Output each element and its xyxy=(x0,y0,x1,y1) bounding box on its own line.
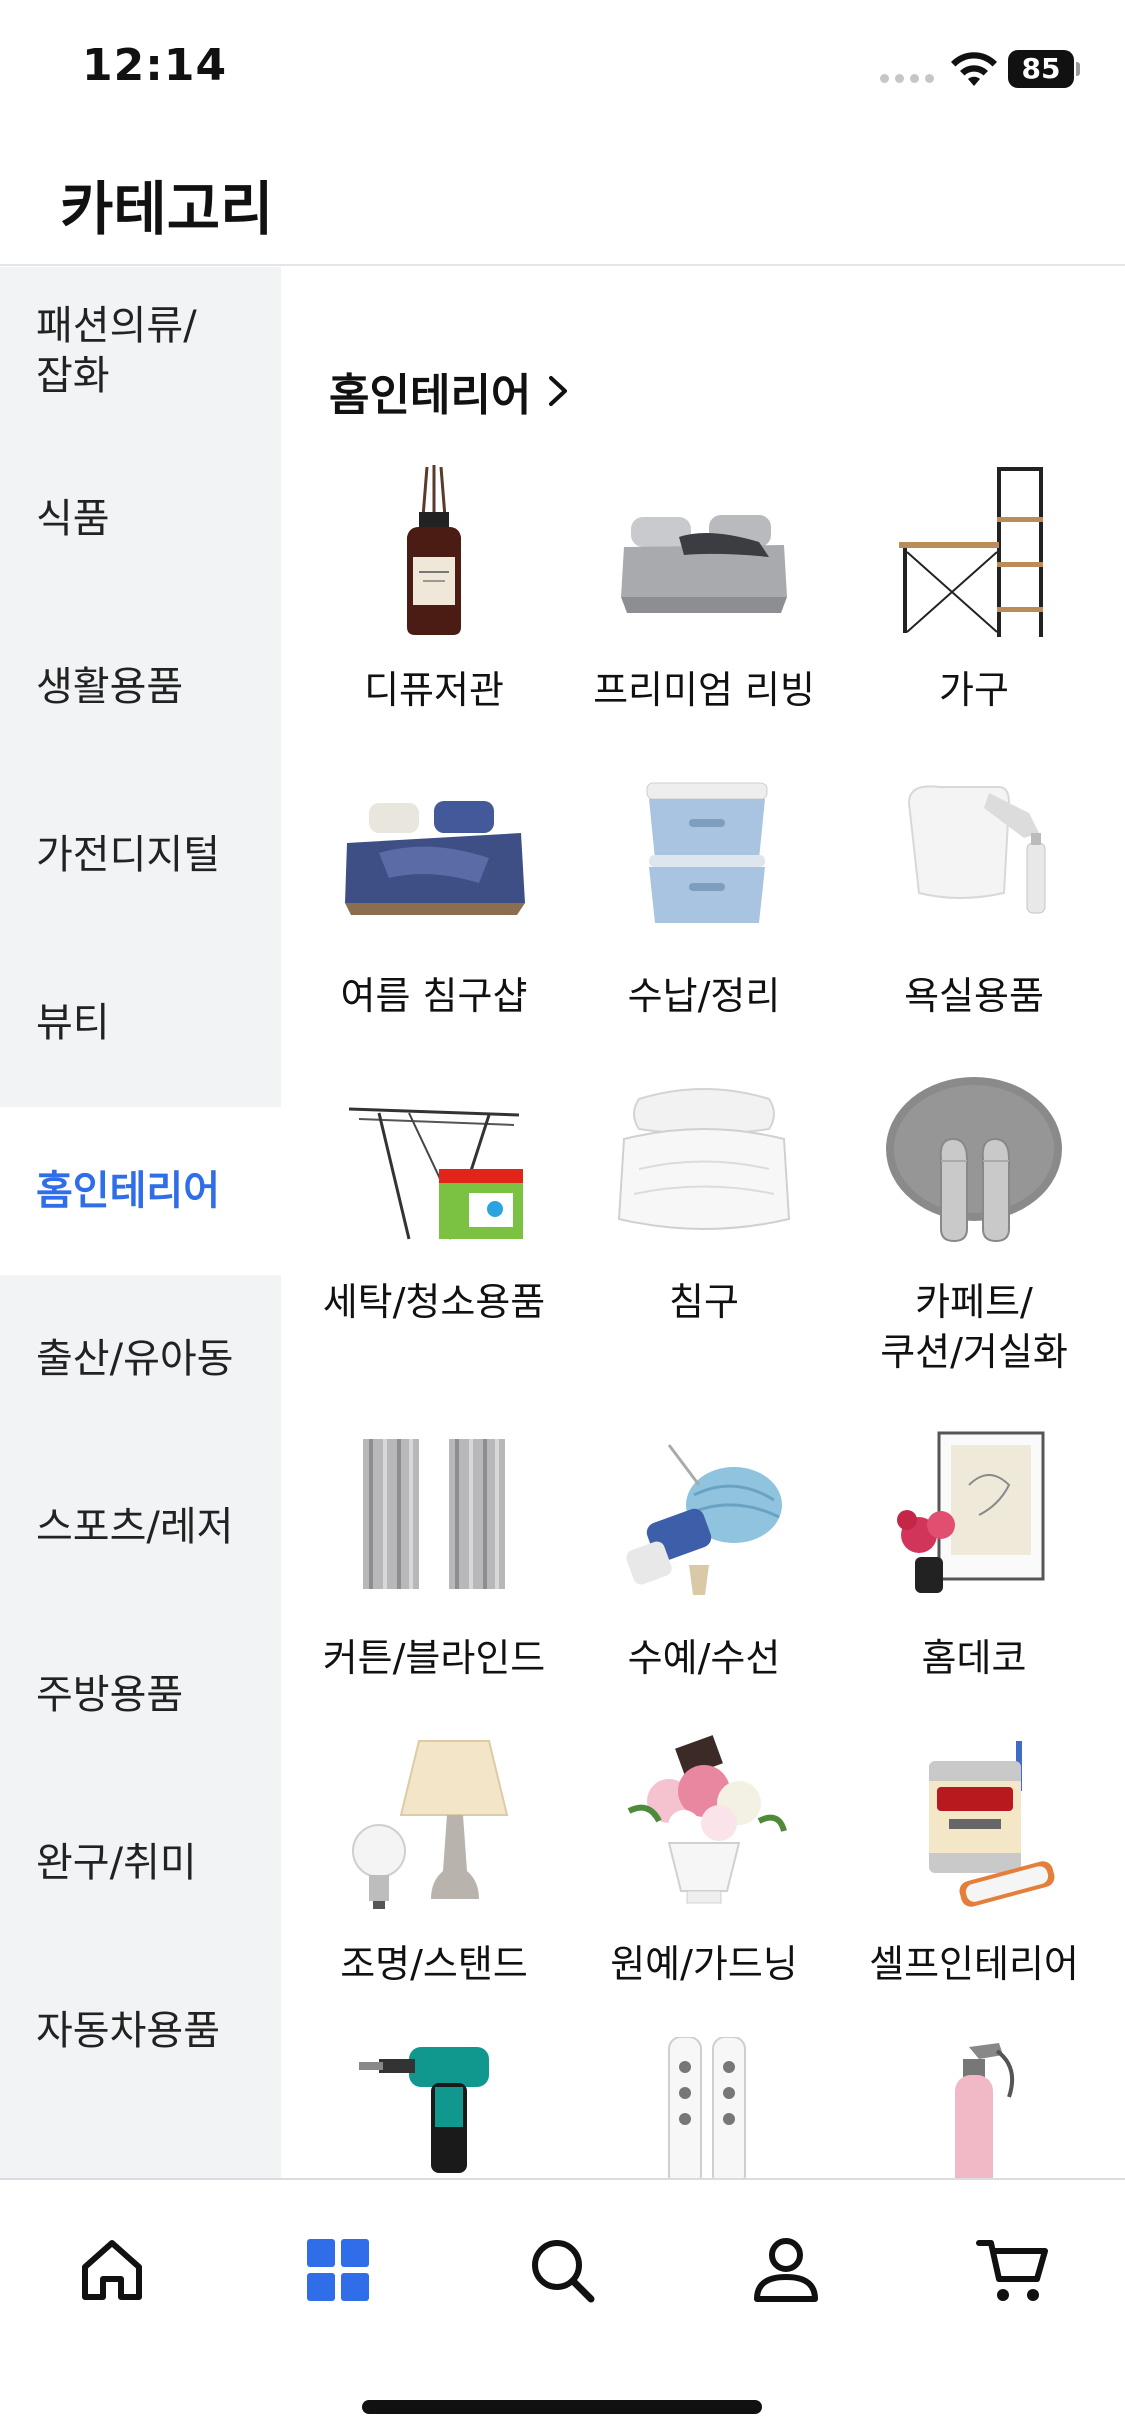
category-tile-diffuser[interactable]: 디퓨저관 xyxy=(299,457,569,715)
battery-icon: 85 xyxy=(1008,50,1080,88)
drying-rack-image xyxy=(339,1069,529,1259)
drill-image xyxy=(339,2037,529,2178)
battery-level: 85 xyxy=(1008,50,1074,88)
nav-home-button[interactable] xyxy=(64,2222,160,2318)
power-strip-image xyxy=(609,2036,799,2178)
home-indicator xyxy=(362,2400,762,2414)
grid-icon xyxy=(307,2239,369,2301)
category-tile-tools[interactable] xyxy=(299,2037,569,2178)
category-tile-power[interactable] xyxy=(569,2036,839,2178)
category-label: 침구 xyxy=(669,1280,739,1324)
bottom-nav xyxy=(0,2178,1125,2436)
rug-slippers-image xyxy=(879,1069,1069,1259)
signal-icon xyxy=(880,74,936,84)
nav-my-button[interactable] xyxy=(738,2222,834,2318)
category-label: 욕실용품 xyxy=(904,974,1044,1018)
nav-category-button[interactable] xyxy=(290,2222,386,2318)
category-tile-self-interior[interactable]: 셀프인테리어 xyxy=(839,1731,1109,1989)
section-title-link[interactable]: 홈인테리어 xyxy=(329,359,571,423)
bedding-image xyxy=(609,457,799,647)
sidebar-item-home-interior[interactable]: 홈인테리어 xyxy=(0,1107,281,1275)
sidebar-item-pet[interactable]: 반려동물용 xyxy=(0,2115,281,2178)
category-label: 수납/정리 xyxy=(627,974,781,1018)
category-tile-premium-living[interactable]: 프리미엄 리빙 xyxy=(569,457,839,715)
status-time: 12:14 xyxy=(82,40,228,91)
diffuser-image xyxy=(339,457,529,647)
wifi-icon xyxy=(951,52,997,86)
category-label: 디퓨저관 xyxy=(364,668,504,712)
category-tile-home-deco[interactable]: 홈데코 xyxy=(839,1425,1109,1683)
category-tile-safety[interactable] xyxy=(839,2037,1109,2178)
nav-search-button[interactable] xyxy=(514,2222,610,2318)
frame-flower-image xyxy=(879,1425,1069,1615)
category-tile-bath[interactable]: 욕실용품 xyxy=(839,763,1109,1021)
person-icon xyxy=(754,2238,818,2302)
extinguisher-image xyxy=(879,2037,1069,2178)
status-bar: 12:14 85 xyxy=(0,0,1125,130)
storage-box-image xyxy=(609,763,799,953)
category-label: 셀프인테리어 xyxy=(869,1942,1079,1986)
section-title: 홈인테리어 xyxy=(329,370,532,421)
search-icon xyxy=(532,2240,595,2303)
category-tile-carpet[interactable]: 카페트/ 쿠션/거실화 xyxy=(839,1069,1109,1377)
shelf-image xyxy=(879,457,1069,647)
cart-icon xyxy=(976,2240,1048,2301)
sidebar-item-sports[interactable]: 스포츠/레저 xyxy=(0,1443,281,1611)
category-label: 커튼/블라인드 xyxy=(322,1636,546,1680)
category-tile-curtain[interactable]: 커튼/블라인드 xyxy=(299,1425,569,1683)
sidebar-item-beauty[interactable]: 뷰티 xyxy=(0,939,281,1107)
category-tile-laundry-cleaning[interactable]: 세탁/청소용품 xyxy=(299,1069,569,1327)
sidebar-item-toys[interactable]: 완구/취미 xyxy=(0,1779,281,1947)
category-label: 프리미엄 리빙 xyxy=(593,668,815,712)
category-tile-summer-bedding[interactable]: 여름 침구샵 xyxy=(299,763,569,1021)
category-tile-furniture[interactable]: 가구 xyxy=(839,457,1109,715)
category-label: 카페트/ 쿠션/거실화 xyxy=(880,1280,1068,1374)
category-label: 여름 침구샵 xyxy=(340,974,528,1018)
lamp-image xyxy=(339,1731,529,1921)
flower-pot-image xyxy=(609,1731,799,1921)
category-content: 홈인테리어 디퓨저관 프리미엄 리빙 가구 여름 침구샵 수납/정리 욕실용품 … xyxy=(281,267,1125,2178)
category-tile-gardening[interactable]: 원예/가드닝 xyxy=(569,1731,839,1989)
category-tile-sewing[interactable]: 수예/수선 xyxy=(569,1425,839,1683)
category-label: 조명/스탠드 xyxy=(340,1942,528,1986)
category-label: 홈데코 xyxy=(921,1636,1027,1680)
category-label: 세탁/청소용품 xyxy=(322,1280,546,1324)
category-sidebar: 패션의류/ 잡화 식품 생활용품 가전디지털 뷰티 홈인테리어 출산/유아동 스… xyxy=(0,267,281,2178)
sidebar-item-kitchen[interactable]: 주방용품 xyxy=(0,1611,281,1779)
header: 카테고리 xyxy=(0,130,1125,266)
sidebar-item-car[interactable]: 자동차용품 xyxy=(0,1947,281,2115)
sidebar-item-baby[interactable]: 출산/유아동 xyxy=(0,1275,281,1443)
page-title: 카테고리 xyxy=(60,175,274,243)
bath-stool-image xyxy=(879,763,1069,953)
category-label: 가구 xyxy=(939,668,1009,712)
chevron-right-icon xyxy=(549,376,568,406)
category-label: 수예/수선 xyxy=(627,1636,781,1680)
sidebar-item-living[interactable]: 생활용품 xyxy=(0,603,281,771)
nav-cart-button[interactable] xyxy=(964,2222,1060,2318)
thread-image xyxy=(609,1425,799,1615)
category-tile-lighting[interactable]: 조명/스탠드 xyxy=(299,1731,569,1989)
sidebar-item-digital[interactable]: 가전디지털 xyxy=(0,771,281,939)
curtain-image xyxy=(339,1425,529,1615)
sidebar-item-food[interactable]: 식품 xyxy=(0,435,281,603)
sidebar-item-fashion[interactable]: 패션의류/ 잡화 xyxy=(0,267,281,435)
summer-bedding-image xyxy=(339,763,529,953)
pillow-image xyxy=(609,1069,799,1259)
category-tile-storage[interactable]: 수납/정리 xyxy=(569,763,839,1021)
home-icon xyxy=(82,2240,142,2300)
category-tile-bedding[interactable]: 침구 xyxy=(569,1069,839,1327)
category-label: 원예/가드닝 xyxy=(610,1942,798,1986)
paint-can-image xyxy=(879,1731,1069,1921)
